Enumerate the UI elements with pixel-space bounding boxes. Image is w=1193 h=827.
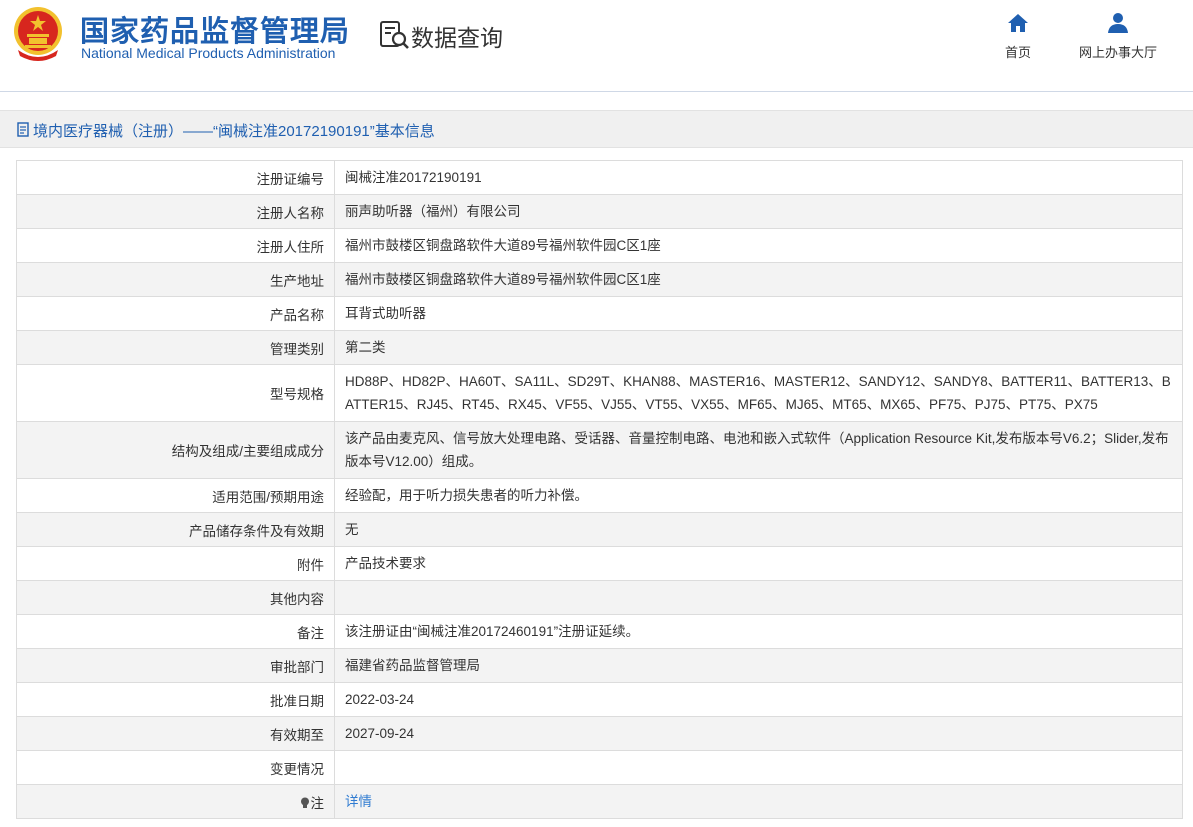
details-link[interactable]: 详情 (334, 784, 1183, 819)
table-row: 有效期至 2027-09-24 (16, 716, 1183, 751)
row-value-changes (334, 750, 1183, 785)
row-value-intended-use: 经验配，用于听力损失患者的听力补偿。 (334, 478, 1183, 513)
row-label-category: 管理类别 (16, 330, 335, 365)
home-icon (1008, 14, 1028, 32)
table-row: 批准日期 2022-03-24 (16, 682, 1183, 717)
row-value-valid-until: 2027-09-24 (334, 716, 1183, 751)
row-value-category: 第二类 (334, 330, 1183, 365)
row-value-composition: 该产品由麦克风、信号放大处理电路、受话器、音量控制电路、电池和嵌入式软件（App… (334, 421, 1183, 479)
data-query-icon (380, 21, 409, 49)
table-row: 注 详情 (16, 784, 1183, 819)
table-row: 产品名称 耳背式助听器 (16, 296, 1183, 331)
row-label-product-name: 产品名称 (16, 296, 335, 331)
table-row: 注册人住所 福州市鼓楼区铜盘路软件大道89号福州软件园C区1座 (16, 228, 1183, 263)
table-row: 注册证编号 闽械注准20172190191 (16, 160, 1183, 195)
document-icon (17, 122, 29, 137)
row-value-approval-date: 2022-03-24 (334, 682, 1183, 717)
nav-home-label: 首页 (1004, 45, 1031, 60)
site-header: 国家药品监督管理局 National Medical Products Admi… (0, 0, 1193, 92)
row-label-production-address: 生产地址 (16, 262, 335, 297)
table-row: 审批部门 福建省药品监督管理局 (16, 648, 1183, 683)
row-label-intended-use: 适用范围/预期用途 (16, 478, 335, 513)
national-emblem-icon (14, 7, 62, 61)
table-row: 产品储存条件及有效期 无 (16, 512, 1183, 547)
row-label-note: 注 (16, 784, 335, 819)
row-label-changes: 变更情况 (16, 750, 335, 785)
table-row: 生产地址 福州市鼓楼区铜盘路软件大道89号福州软件园C区1座 (16, 262, 1183, 297)
site-title: 国家药品监督管理局 (80, 16, 351, 48)
row-label-models: 型号规格 (16, 364, 335, 422)
row-label-approval-date: 批准日期 (16, 682, 335, 717)
row-label-registrant-address: 注册人住所 (16, 228, 335, 263)
row-label-remarks: 备注 (16, 614, 335, 649)
row-value-registrant-address: 福州市鼓楼区铜盘路软件大道89号福州软件园C区1座 (334, 228, 1183, 263)
row-label-attachment: 附件 (16, 546, 335, 581)
row-label-registration-no: 注册证编号 (16, 160, 335, 195)
user-icon (1108, 13, 1128, 33)
note-label: 注 (310, 795, 325, 811)
breadcrumb: 境内医疗器械（注册）——“闽械注准20172190191”基本信息 (0, 110, 1193, 148)
row-value-product-name: 耳背式助听器 (334, 296, 1183, 331)
table-row: 适用范围/预期用途 经验配，用于听力损失患者的听力补偿。 (16, 478, 1183, 513)
nav-home-link[interactable]: 首页 (968, 12, 1068, 61)
row-value-registrant-name: 丽声助听器（福州）有限公司 (334, 194, 1183, 229)
row-value-storage: 无 (334, 512, 1183, 547)
table-row: 型号规格 HD88P、HD82P、HA60T、SA11L、SD29T、KHAN8… (16, 364, 1183, 422)
table-row: 变更情况 (16, 750, 1183, 785)
nav-online-hall-label: 网上办事大厅 (1078, 45, 1157, 60)
row-value-remarks: 该注册证由“闽械注准20172460191”注册证延续。 (334, 614, 1183, 649)
row-value-attachment: 产品技术要求 (334, 546, 1183, 581)
page-section-title: 数据查询 (411, 25, 503, 51)
table-row: 结构及组成/主要组成成分 该产品由麦克风、信号放大处理电路、受话器、音量控制电路… (16, 421, 1183, 479)
nav-online-hall-link[interactable]: 网上办事大厅 (1068, 12, 1168, 61)
row-label-other: 其他内容 (16, 580, 335, 615)
row-value-production-address: 福州市鼓楼区铜盘路软件大道89号福州软件园C区1座 (334, 262, 1183, 297)
row-value-models: HD88P、HD82P、HA60T、SA11L、SD29T、KHAN88、MAS… (334, 364, 1183, 422)
row-value-registration-no: 闽械注准20172190191 (334, 160, 1183, 195)
device-info-table: 注册证编号 闽械注准20172190191 注册人名称 丽声助听器（福州）有限公… (16, 160, 1183, 819)
table-row: 备注 该注册证由“闽械注准20172460191”注册证延续。 (16, 614, 1183, 649)
row-label-approval-dept: 审批部门 (16, 648, 335, 683)
row-value-approval-dept: 福建省药品监督管理局 (334, 648, 1183, 683)
row-label-valid-until: 有效期至 (16, 716, 335, 751)
table-row: 其他内容 (16, 580, 1183, 615)
table-row: 注册人名称 丽声助听器（福州）有限公司 (16, 194, 1183, 229)
header-divider (0, 91, 1193, 92)
breadcrumb-text: 境内医疗器械（注册）——“闽械注准20172190191”基本信息 (33, 123, 435, 140)
row-label-registrant-name: 注册人名称 (16, 194, 335, 229)
lightbulb-icon (300, 797, 309, 808)
row-label-storage: 产品储存条件及有效期 (16, 512, 335, 547)
table-row: 管理类别 第二类 (16, 330, 1183, 365)
row-value-other (334, 580, 1183, 615)
site-subtitle: National Medical Products Administration (81, 45, 336, 61)
row-label-composition: 结构及组成/主要组成成分 (16, 421, 335, 479)
table-row: 附件 产品技术要求 (16, 546, 1183, 581)
